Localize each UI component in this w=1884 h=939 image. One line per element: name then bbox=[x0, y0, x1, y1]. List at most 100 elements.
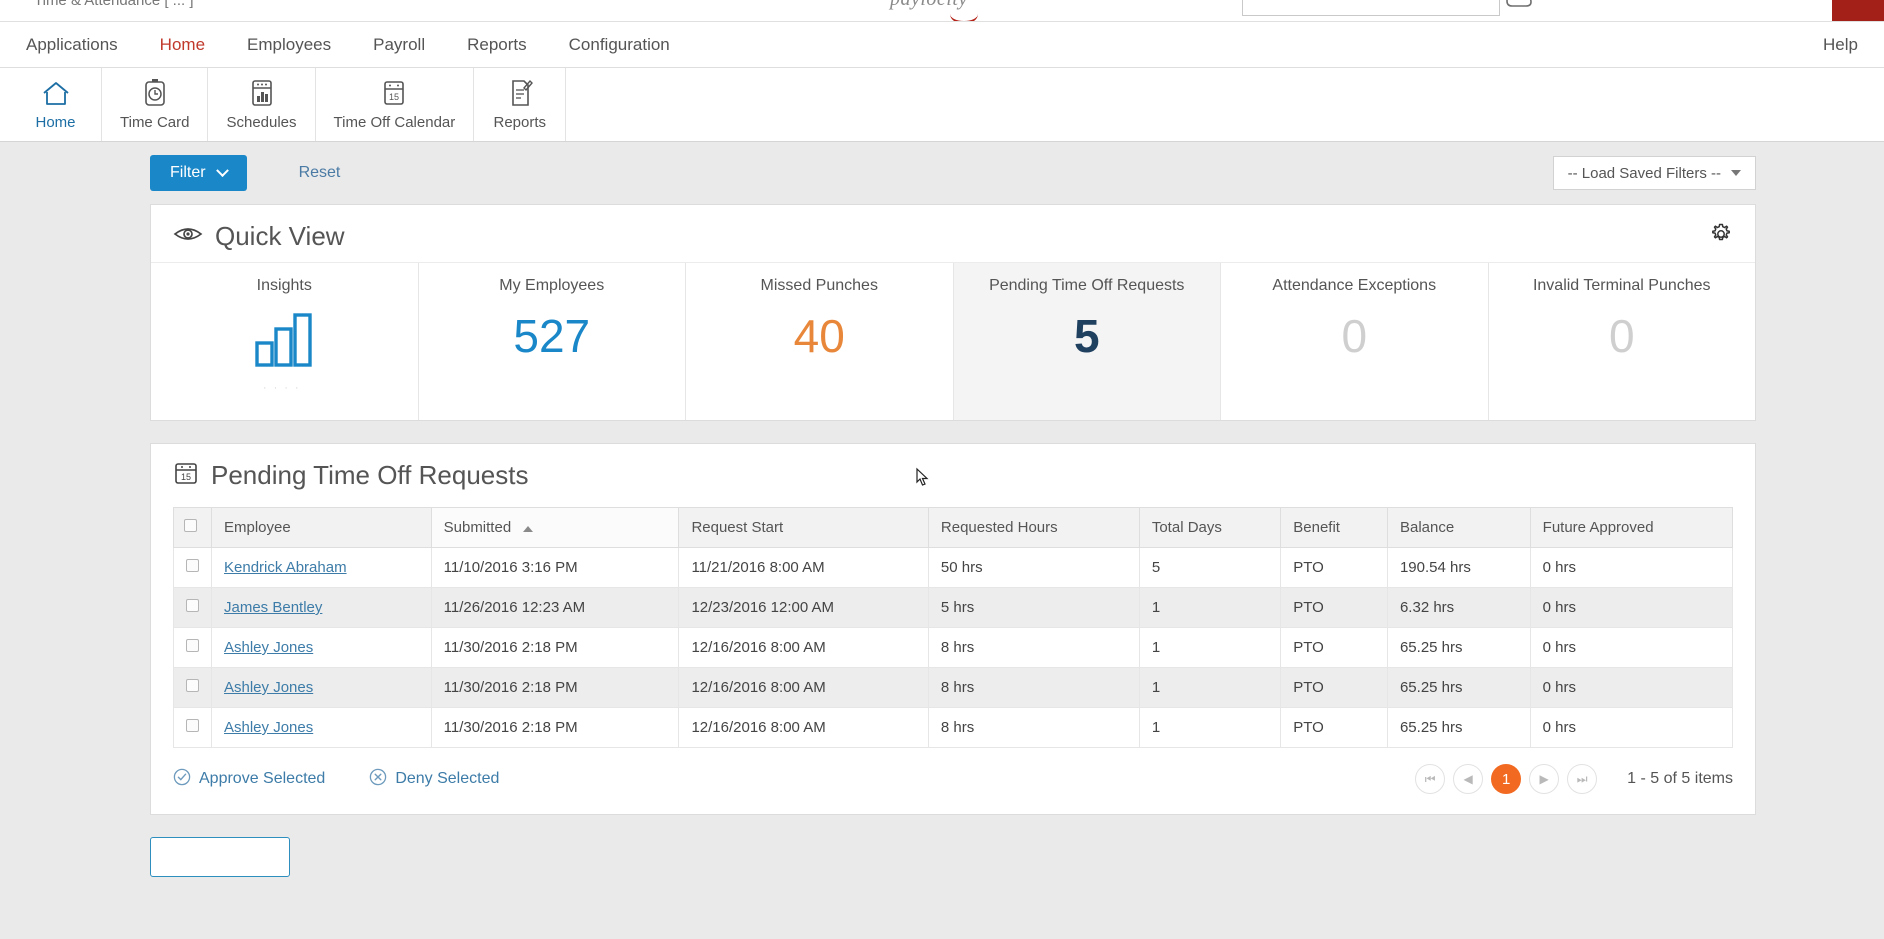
row-checkbox[interactable] bbox=[186, 679, 199, 692]
column-header-employee[interactable]: Employee bbox=[211, 507, 432, 548]
select-all-header bbox=[173, 507, 212, 548]
column-header-benefit[interactable]: Benefit bbox=[1280, 507, 1388, 548]
table-row[interactable]: Ashley Jones 11/30/2016 2:18 PM 12/16/20… bbox=[173, 707, 1734, 748]
tile-label-insights: Insights bbox=[256, 277, 312, 294]
first-page-icon[interactable]: ⏮ bbox=[1415, 764, 1446, 794]
filter-bar: Filter Reset -- Load Saved Filters -- bbox=[22, 142, 1884, 204]
pending-requests-header: 15 Pending Time Off Requests bbox=[151, 444, 1755, 501]
approve-selected-button[interactable]: Approve Selected bbox=[173, 768, 325, 791]
column-header-submitted-label: Submitted bbox=[443, 519, 512, 536]
cell-employee: Ashley Jones bbox=[211, 707, 432, 748]
cell-requested-hours: 8 hrs bbox=[927, 627, 1140, 668]
cell-request-start: 12/16/2016 8:00 AM bbox=[678, 627, 929, 668]
tile-attendance-exceptions[interactable]: Attendance Exceptions 0 bbox=[1221, 263, 1489, 420]
cell-employee: Kendrick Abraham bbox=[211, 547, 432, 588]
employee-link[interactable]: Ashley Jones bbox=[224, 639, 313, 656]
cell-future-approved: 0 hrs bbox=[1529, 667, 1734, 708]
toolbar-item-reports[interactable]: Reports bbox=[474, 68, 567, 141]
toolbar-item-home[interactable]: Home bbox=[10, 68, 102, 141]
tile-label-pending-time-off-requests: Pending Time Off Requests bbox=[989, 277, 1185, 294]
tile-value-missed-punches: 40 bbox=[793, 310, 845, 362]
row-checkbox[interactable] bbox=[186, 639, 199, 652]
user-account-button[interactable] bbox=[1832, 0, 1884, 21]
table-row[interactable]: Ashley Jones 11/30/2016 2:18 PM 12/16/20… bbox=[173, 667, 1734, 708]
deny-selected-button[interactable]: Deny Selected bbox=[369, 768, 499, 791]
previous-page-icon[interactable]: ◀ bbox=[1453, 764, 1484, 794]
svg-text:15: 15 bbox=[389, 92, 399, 102]
menu-item-home[interactable]: Home bbox=[160, 35, 205, 55]
reset-link[interactable]: Reset bbox=[299, 164, 341, 182]
cell-balance: 65.25 hrs bbox=[1386, 627, 1531, 668]
select-all-checkbox[interactable] bbox=[184, 519, 197, 532]
menu-item-reports[interactable]: Reports bbox=[467, 35, 527, 55]
cell-employee: Ashley Jones bbox=[211, 627, 432, 668]
pending-requests-grid-wrapper: Employee Submitted Request Start Request… bbox=[151, 501, 1755, 748]
row-checkbox[interactable] bbox=[186, 599, 199, 612]
employee-link[interactable]: Ashley Jones bbox=[224, 719, 313, 736]
last-page-icon[interactable]: ⏭ bbox=[1567, 764, 1598, 794]
row-checkbox[interactable] bbox=[186, 559, 199, 572]
cell-request-start: 12/16/2016 8:00 AM bbox=[678, 667, 929, 708]
column-header-balance[interactable]: Balance bbox=[1386, 507, 1531, 548]
tile-missed-punches[interactable]: Missed Punches 40 bbox=[686, 263, 954, 420]
tile-value-my-employees: 527 bbox=[513, 310, 591, 362]
insights-dots: ···· bbox=[262, 382, 306, 394]
employee-link[interactable]: Kendrick Abraham bbox=[224, 559, 347, 576]
toolbar-label-time-card: Time Card bbox=[120, 114, 190, 131]
brand-swoosh-icon bbox=[950, 4, 978, 21]
tile-invalid-terminal-punches[interactable]: Invalid Terminal Punches 0 bbox=[1489, 263, 1756, 420]
cell-future-approved: 0 hrs bbox=[1529, 627, 1734, 668]
tile-my-employees[interactable]: My Employees 527 bbox=[419, 263, 686, 420]
row-select-cell bbox=[173, 707, 212, 748]
column-header-future-approved[interactable]: Future Approved bbox=[1529, 507, 1734, 548]
svg-text:15: 15 bbox=[181, 472, 191, 482]
quick-view-title: Quick View bbox=[215, 221, 345, 251]
next-page-icon[interactable]: ▶ bbox=[1529, 764, 1560, 794]
toolbar-item-time-off-calendar[interactable]: 15 Time Off Calendar bbox=[316, 68, 475, 141]
calendar-15-icon: 15 bbox=[173, 460, 199, 491]
page-body: Filter Reset -- Load Saved Filters -- Qu… bbox=[0, 142, 1884, 939]
employee-link[interactable]: James Bentley bbox=[224, 599, 322, 616]
cell-future-approved: 0 hrs bbox=[1529, 547, 1734, 588]
menu-item-configuration[interactable]: Configuration bbox=[569, 35, 670, 55]
cell-total-days: 1 bbox=[1138, 627, 1282, 668]
employee-link[interactable]: Ashley Jones bbox=[224, 679, 313, 696]
help-link[interactable]: Help bbox=[1823, 35, 1858, 55]
global-search-input[interactable] bbox=[1242, 0, 1500, 16]
chevron-down-icon bbox=[215, 163, 229, 177]
row-select-cell bbox=[173, 547, 212, 588]
column-header-request-start[interactable]: Request Start bbox=[678, 507, 929, 548]
menu-item-applications[interactable]: Applications bbox=[26, 35, 118, 55]
cell-total-days: 1 bbox=[1138, 667, 1282, 708]
cloud-icon[interactable] bbox=[1506, 0, 1532, 15]
quick-view-tiles: Insights ···· My Employees 527 Missed Pu… bbox=[151, 262, 1755, 420]
bottom-widget-box[interactable] bbox=[150, 837, 290, 877]
pending-requests-card: 15 Pending Time Off Requests Employee Su… bbox=[150, 443, 1756, 815]
page-number-1[interactable]: 1 bbox=[1491, 764, 1522, 794]
tile-value-pending-time-off-requests: 5 bbox=[1073, 310, 1100, 362]
menu-item-payroll[interactable]: Payroll bbox=[373, 35, 425, 55]
bottom-partial-widget bbox=[150, 837, 1756, 877]
tile-label-missed-punches: Missed Punches bbox=[760, 277, 878, 294]
cell-total-days: 1 bbox=[1138, 587, 1282, 628]
menu-item-employees[interactable]: Employees bbox=[247, 35, 331, 55]
filter-button[interactable]: Filter bbox=[150, 155, 247, 191]
column-header-submitted[interactable]: Submitted bbox=[430, 507, 680, 548]
table-row[interactable]: James Bentley 11/26/2016 12:23 AM 12/23/… bbox=[173, 587, 1734, 628]
cell-total-days: 5 bbox=[1138, 547, 1282, 588]
toolbar-item-schedules[interactable]: Schedules bbox=[208, 68, 316, 141]
table-row[interactable]: Kendrick Abraham 11/10/2016 3:16 PM 11/2… bbox=[173, 547, 1734, 588]
cell-balance: 65.25 hrs bbox=[1386, 707, 1531, 748]
cell-employee: Ashley Jones bbox=[211, 667, 432, 708]
cell-submitted: 11/10/2016 3:16 PM bbox=[430, 547, 680, 588]
column-header-total-days[interactable]: Total Days bbox=[1138, 507, 1282, 548]
toolbar-item-time-card[interactable]: Time Card bbox=[102, 68, 209, 141]
tile-pending-time-off-requests[interactable]: Pending Time Off Requests 5 bbox=[953, 263, 1221, 420]
load-saved-filters-dropdown[interactable]: -- Load Saved Filters -- bbox=[1552, 156, 1756, 190]
row-checkbox[interactable] bbox=[186, 719, 199, 732]
gear-icon[interactable] bbox=[1709, 222, 1733, 251]
table-row[interactable]: Ashley Jones 11/30/2016 2:18 PM 12/16/20… bbox=[173, 627, 1734, 668]
schedule-chart-icon bbox=[248, 78, 276, 108]
column-header-requested-hours[interactable]: Requested Hours bbox=[927, 507, 1140, 548]
tile-insights[interactable]: Insights ···· bbox=[151, 263, 419, 420]
